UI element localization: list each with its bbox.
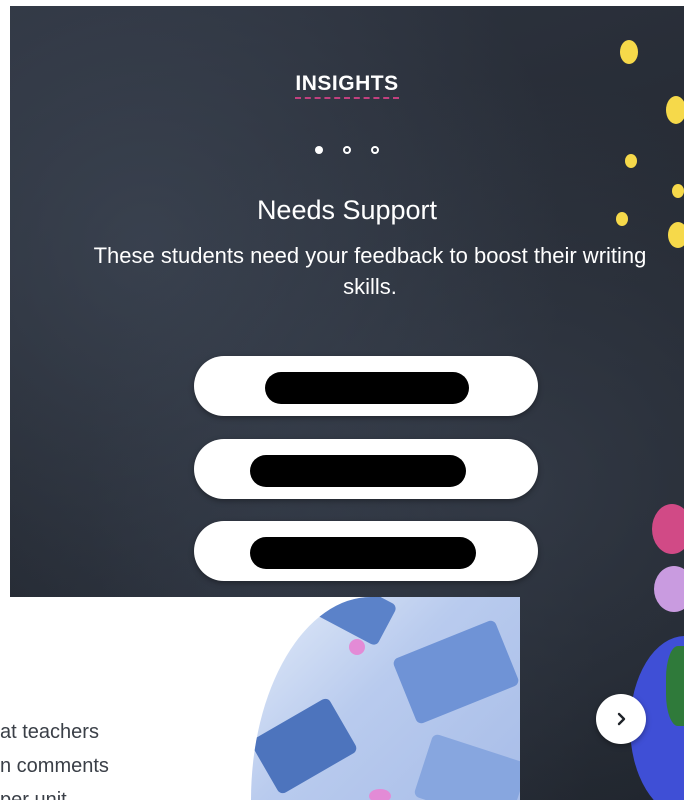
redacted-student-name: [250, 537, 476, 569]
insight-description: These students need your feedback to boo…: [93, 243, 647, 299]
card-text-line: at teachers: [0, 721, 99, 743]
chevron-right-icon: [617, 712, 626, 726]
confetti-dot: [666, 96, 684, 124]
envelope-shape: [251, 696, 359, 796]
confetti-dot: [349, 639, 365, 655]
student-button[interactable]: [194, 521, 538, 581]
carousel-dot-1[interactable]: [315, 145, 323, 154]
insights-title: INSIGHTS: [10, 72, 684, 99]
card-text-line: per unit: [0, 789, 67, 800]
insight-heading: Needs Support: [256, 195, 438, 225]
redacted-student-name: [265, 372, 469, 404]
carousel-dot-2[interactable]: [343, 145, 351, 154]
carousel-indicator: [10, 141, 684, 159]
feature-card: at teachers n comments per unit: [0, 597, 520, 800]
confetti-shape: [654, 566, 684, 612]
student-button[interactable]: [194, 439, 538, 499]
card-text-line: n comments: [0, 755, 109, 777]
envelope-shape: [413, 733, 520, 800]
confetti-dot: [620, 40, 638, 64]
envelope-shape: [391, 618, 520, 726]
confetti-dot: [369, 789, 391, 800]
confetti-shape: [666, 646, 684, 726]
envelopes-illustration: [251, 597, 520, 800]
next-button[interactable]: [596, 694, 646, 744]
carousel-dot-3[interactable]: [371, 145, 379, 154]
redacted-student-name: [250, 455, 466, 487]
student-button[interactable]: [194, 356, 538, 416]
confetti-shape: [652, 504, 684, 554]
